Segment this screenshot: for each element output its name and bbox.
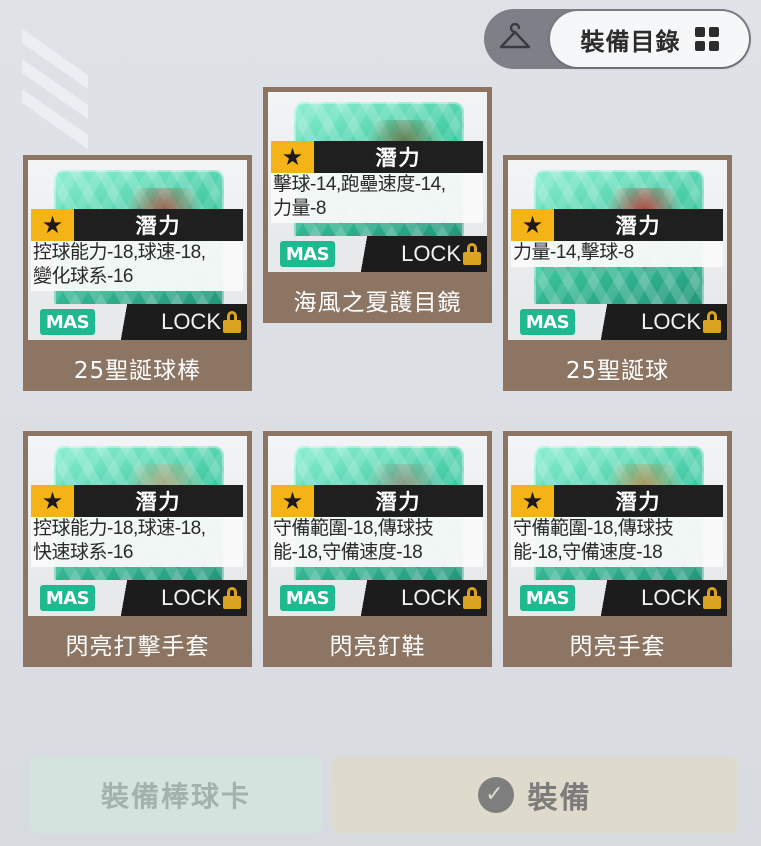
card-image: ★ 潛力 力量-14,擊球-8 MAS LOCK xyxy=(508,160,727,340)
card-name: 海風之夏護目鏡 xyxy=(293,290,462,316)
equipment-card[interactable]: ★ 潛力 控球能力-18,球速-18, 快速球系-16 MAS LOCK 閃亮打擊… xyxy=(23,431,252,667)
stat-line: 守備範圍-18,傳球技 xyxy=(273,518,434,539)
mas-badge: MAS xyxy=(520,309,575,335)
equip-card-label: 裝備棒球卡 xyxy=(100,780,251,813)
card-status-strip: MAS LOCK xyxy=(508,304,727,340)
potential-label: 潛力 xyxy=(615,490,662,514)
potential-stats: 控球能力-18,球速-18, 變化球系-16 xyxy=(31,241,243,291)
potential-label: 潛力 xyxy=(375,146,422,170)
mas-badge: MAS xyxy=(280,241,335,267)
mas-badge: MAS xyxy=(40,309,95,335)
card-name: 25聖誕球棒 xyxy=(73,358,202,384)
potential-stats: 擊球-14,跑壘速度-14, 力量-8 xyxy=(271,173,483,223)
card-status-strip: MAS LOCK xyxy=(268,236,487,272)
stat-line: 能-18,守備速度-18 xyxy=(513,542,663,563)
equipment-card[interactable]: ★ 潛力 擊球-14,跑壘速度-14, 力量-8 MAS LOCK 海風之夏護目鏡 xyxy=(263,87,492,323)
stat-line: 守備範圍-18,傳球技 xyxy=(513,518,674,539)
card-image: ★ 潛力 控球能力-18,球速-18, 變化球系-16 MAS LOCK xyxy=(28,160,247,340)
lock-button[interactable]: LOCK xyxy=(401,585,481,611)
potential-label: 潛力 xyxy=(135,214,182,238)
card-status-strip: MAS LOCK xyxy=(28,304,247,340)
equipment-card[interactable]: ★ 潛力 守備範圍-18,傳球技 能-18,守備速度-18 MAS LOCK 閃亮… xyxy=(503,431,732,667)
stat-line: 擊球-14,跑壘速度-14, xyxy=(273,174,446,195)
equipment-catalog-button[interactable]: 裝備目錄 xyxy=(550,11,749,67)
potential-label: 潛力 xyxy=(375,490,422,514)
potential-bar: ★ 潛力 xyxy=(31,209,243,241)
card-name: 25聖誕球 xyxy=(565,358,670,384)
mas-badge: MAS xyxy=(520,585,575,611)
stat-line: 控球能力-18,球速-18, xyxy=(33,518,206,539)
decorative-stripes xyxy=(22,28,92,152)
catalog-label: 裝備目錄 xyxy=(580,27,681,56)
mas-badge: MAS xyxy=(280,585,335,611)
equip-button[interactable]: ✓ 裝備 xyxy=(332,757,737,833)
lock-button[interactable]: LOCK xyxy=(641,309,721,335)
lock-button[interactable]: LOCK xyxy=(161,585,241,611)
lock-label: LOCK xyxy=(161,585,221,610)
card-status-strip: MAS LOCK xyxy=(268,580,487,616)
card-image: ★ 潛力 控球能力-18,球速-18, 快速球系-16 MAS LOCK xyxy=(28,436,247,616)
lock-button[interactable]: LOCK xyxy=(401,241,481,267)
potential-bar: ★ 潛力 xyxy=(271,485,483,517)
equipment-card[interactable]: ★ 潛力 守備範圍-18,傳球技 能-18,守備速度-18 MAS LOCK 閃亮… xyxy=(263,431,492,667)
card-name: 閃亮打擊手套 xyxy=(65,634,210,660)
lock-label: LOCK xyxy=(401,585,461,610)
mas-badge: MAS xyxy=(40,585,95,611)
lock-icon xyxy=(703,587,721,609)
view-toggle[interactable]: 裝備目錄 xyxy=(484,9,751,69)
stat-line: 控球能力-18,球速-18, xyxy=(33,242,206,263)
lock-button[interactable]: LOCK xyxy=(161,309,241,335)
card-image: ★ 潛力 守備範圍-18,傳球技 能-18,守備速度-18 MAS LOCK xyxy=(508,436,727,616)
lock-label: LOCK xyxy=(401,241,461,266)
card-status-strip: MAS LOCK xyxy=(508,580,727,616)
potential-bar: ★ 潛力 xyxy=(511,485,723,517)
star-icon: ★ xyxy=(271,141,314,173)
star-icon: ★ xyxy=(31,485,74,517)
card-image: ★ 潛力 擊球-14,跑壘速度-14, 力量-8 MAS LOCK xyxy=(268,92,487,272)
star-icon: ★ xyxy=(271,485,314,517)
lock-label: LOCK xyxy=(641,309,701,334)
potential-stats: 守備範圍-18,傳球技 能-18,守備速度-18 xyxy=(511,517,723,567)
potential-label: 潛力 xyxy=(615,214,662,238)
potential-bar: ★ 潛力 xyxy=(31,485,243,517)
check-circle-icon: ✓ xyxy=(477,777,514,813)
equipment-card[interactable]: ★ 潛力 控球能力-18,球速-18, 變化球系-16 MAS LOCK 25聖誕… xyxy=(23,155,252,391)
card-status-strip: MAS LOCK xyxy=(28,580,247,616)
card-name: 閃亮釘鞋 xyxy=(329,634,426,660)
hanger-icon[interactable] xyxy=(498,22,532,55)
star-icon: ★ xyxy=(511,209,554,241)
lock-icon xyxy=(463,243,481,265)
potential-label: 潛力 xyxy=(135,490,182,514)
lock-button[interactable]: LOCK xyxy=(641,585,721,611)
stat-line: 變化球系-16 xyxy=(33,266,133,287)
potential-stats: 力量-14,擊球-8 xyxy=(511,241,723,267)
stat-line: 快速球系-16 xyxy=(33,542,133,563)
lock-label: LOCK xyxy=(641,585,701,610)
stat-line: 能-18,守備速度-18 xyxy=(273,542,423,563)
lock-icon xyxy=(223,311,241,333)
potential-bar: ★ 潛力 xyxy=(511,209,723,241)
equip-baseball-card-button[interactable]: 裝備棒球卡 xyxy=(30,757,322,833)
stat-line: 力量-14,擊球-8 xyxy=(513,242,634,263)
stat-line: 力量-8 xyxy=(273,198,326,219)
star-icon: ★ xyxy=(31,209,74,241)
equipment-card[interactable]: ★ 潛力 力量-14,擊球-8 MAS LOCK 25聖誕球 xyxy=(503,155,732,391)
lock-icon xyxy=(703,311,721,333)
potential-stats: 控球能力-18,球速-18, 快速球系-16 xyxy=(31,517,243,567)
lock-icon xyxy=(223,587,241,609)
grid-icon xyxy=(694,27,719,51)
potential-stats: 守備範圍-18,傳球技 能-18,守備速度-18 xyxy=(271,517,483,567)
equip-label: 裝備 xyxy=(527,781,592,816)
potential-bar: ★ 潛力 xyxy=(271,141,483,173)
card-name: 閃亮手套 xyxy=(569,634,666,660)
lock-icon xyxy=(463,587,481,609)
lock-label: LOCK xyxy=(161,309,221,334)
star-icon: ★ xyxy=(511,485,554,517)
card-image: ★ 潛力 守備範圍-18,傳球技 能-18,守備速度-18 MAS LOCK xyxy=(268,436,487,616)
